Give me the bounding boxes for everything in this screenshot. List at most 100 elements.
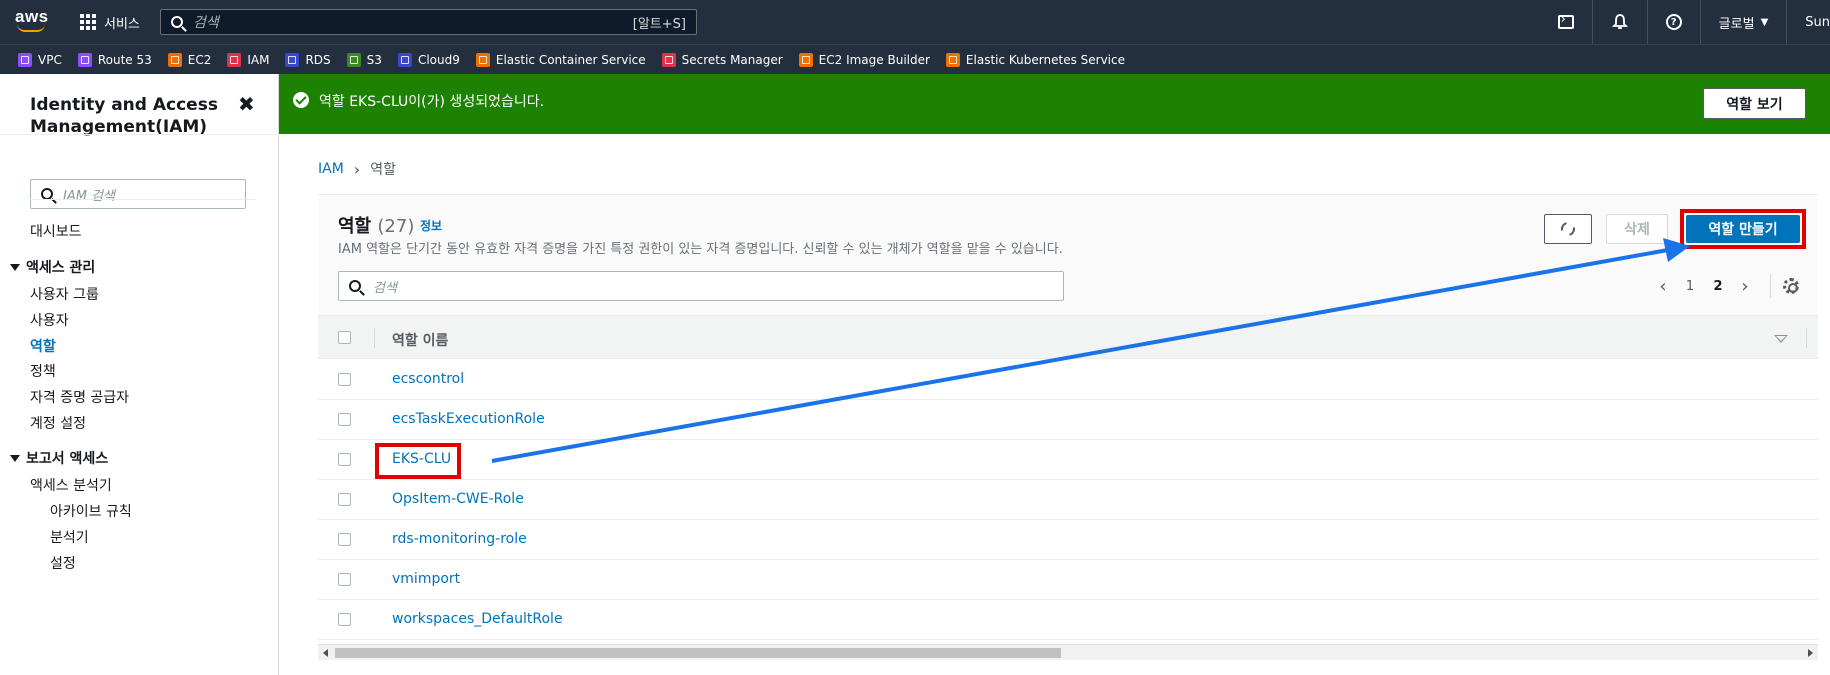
sidebar-section-access-management[interactable]: 액세스 관리 [10, 257, 95, 277]
favorite-item[interactable]: S3 [346, 52, 382, 67]
caret-down-icon [10, 454, 20, 462]
table-header: 역할 이름 [318, 315, 1818, 359]
sidebar-title: Identity and Access Management(IAM) [30, 95, 218, 137]
breadcrumb: IAM › 역할 [318, 159, 396, 179]
close-icon[interactable]: ✖ [238, 94, 255, 114]
global-search-input[interactable]: 검색 [알트+S] [160, 9, 697, 35]
check-circle-icon [293, 92, 309, 108]
search-icon [171, 16, 183, 28]
favorite-item[interactable]: Secrets Manager [661, 52, 783, 67]
pager-separator [1770, 274, 1771, 298]
row-checkbox[interactable] [338, 413, 351, 426]
favorite-item[interactable]: Elastic Kubernetes Service [945, 52, 1125, 67]
favorite-label: EC2 [187, 52, 212, 67]
favorite-item[interactable]: Route 53 [77, 52, 152, 67]
chevron-right-icon: › [353, 159, 361, 179]
sidebar-item-user-groups[interactable]: 사용자 그룹 [30, 284, 99, 304]
roles-description: IAM 역할은 단기간 동안 유효한 자격 증명을 가진 특정 권한이 있는 자… [338, 242, 1063, 257]
roles-panel-header: 역할 (27) 정보 IAM 역할은 단기간 동안 유효한 자격 증명을 가진 … [318, 195, 1818, 315]
role-name-link[interactable]: vmimport [392, 571, 460, 587]
view-role-button[interactable]: 역할 보기 [1703, 88, 1806, 119]
sidebar-item-roles[interactable]: 역할 [30, 336, 56, 356]
column-header-role-name[interactable]: 역할 이름 [392, 330, 448, 350]
pagination: ‹ 1 2 › [1650, 273, 1799, 299]
scrollbar-thumb[interactable] [335, 648, 1061, 658]
role-name-link[interactable]: OpsItem-CWE-Role [392, 491, 524, 507]
scroll-left-arrow[interactable] [323, 649, 328, 657]
table-row: EKS-CLU [318, 440, 1818, 480]
help-icon: ? [1665, 14, 1682, 30]
sidebar-item-account-settings[interactable]: 계정 설정 [30, 413, 86, 433]
favorite-item[interactable]: RDS [285, 52, 331, 67]
gear-icon[interactable] [1783, 278, 1799, 294]
cloudshell-button[interactable] [1540, 0, 1592, 44]
table-row: rds-monitoring-role [318, 520, 1818, 560]
service-icon [798, 52, 813, 67]
favorite-item[interactable]: EC2 [167, 52, 212, 67]
sidebar-divider [0, 134, 279, 135]
row-checkbox[interactable] [338, 533, 351, 546]
role-name-link[interactable]: ecsTaskExecutionRole [392, 411, 545, 427]
create-role-button[interactable]: 역할 만들기 [1686, 215, 1800, 243]
roles-count: (27) [377, 216, 415, 237]
favorite-label: Route 53 [97, 52, 152, 67]
breadcrumb-iam-link[interactable]: IAM [318, 161, 344, 177]
row-checkbox[interactable] [338, 453, 351, 466]
create-role-highlight: 역할 만들기 [1680, 209, 1806, 249]
services-menu-button[interactable]: 서비스 [80, 12, 140, 32]
table-row: vmimport [318, 560, 1818, 600]
row-checkbox[interactable] [338, 573, 351, 586]
sidebar-item-dashboard[interactable]: 대시보드 [30, 221, 82, 241]
sidebar-section-access-reports[interactable]: 보고서 액세스 [10, 448, 108, 468]
row-checkbox[interactable] [338, 493, 351, 506]
scroll-right-arrow[interactable] [1808, 649, 1813, 657]
sidebar-item-archive-rules[interactable]: 아카이브 규칙 [50, 501, 132, 521]
delete-button[interactable]: 삭제 [1606, 214, 1668, 244]
favorite-item[interactable]: Cloud9 [397, 52, 460, 67]
favorite-item[interactable]: Elastic Container Service [475, 52, 646, 67]
chevron-left-icon[interactable]: ‹ [1650, 273, 1676, 299]
row-checkbox[interactable] [338, 373, 351, 386]
page-2[interactable]: 2 [1704, 279, 1732, 294]
horizontal-scrollbar[interactable] [318, 644, 1818, 660]
sidebar-item-identity-providers[interactable]: 자격 증명 공급자 [30, 387, 129, 407]
service-icon [285, 52, 300, 67]
role-name-link[interactable]: ecscontrol [392, 371, 464, 387]
iam-search-input[interactable]: IAM 검색 [30, 179, 246, 209]
roles-title-text: 역할 [338, 216, 372, 237]
search-shortcut: [알트+S] [632, 16, 686, 32]
favorite-label: VPC [38, 52, 62, 67]
roles-search-input[interactable]: 검색 [338, 271, 1064, 301]
section-label: 보고서 액세스 [26, 451, 109, 467]
success-flash-banner: 역할 EKS-CLU이(가) 생성되었습니다. 역할 보기 [279, 74, 1830, 134]
flash-message: 역할 EKS-CLU이(가) 생성되었습니다. [319, 94, 545, 110]
row-checkbox[interactable] [338, 613, 351, 626]
sidebar-item-analyzers[interactable]: 분석기 [50, 527, 89, 547]
info-link[interactable]: 정보 [420, 217, 442, 234]
sidebar-item-analyzer-settings[interactable]: 설정 [50, 553, 76, 573]
sort-caret-icon[interactable] [1774, 335, 1788, 343]
role-name-link[interactable]: rds-monitoring-role [392, 531, 527, 547]
aws-logo-text: aws [15, 7, 49, 26]
favorite-item[interactable]: EC2 Image Builder [798, 52, 930, 67]
refresh-button[interactable] [1544, 214, 1592, 244]
sidebar-item-policies[interactable]: 정책 [30, 361, 56, 381]
favorite-label: S3 [366, 52, 382, 67]
favorite-item[interactable]: VPC [18, 52, 62, 67]
favorite-item[interactable]: IAM [227, 52, 269, 67]
service-icon [661, 52, 676, 67]
aws-logo[interactable]: aws [15, 7, 49, 35]
terminal-icon [1557, 12, 1574, 29]
sidebar-item-users[interactable]: 사용자 [30, 310, 69, 330]
notifications-button[interactable] [1591, 0, 1647, 44]
sidebar-item-access-analyzer[interactable]: 액세스 분석기 [30, 475, 112, 495]
role-name-link[interactable]: workspaces_DefaultRole [392, 611, 563, 627]
account-menu[interactable]: Sun [1786, 0, 1830, 44]
iam-sidebar: Identity and Access Management(IAM) ✖ IA… [0, 74, 279, 675]
select-all-checkbox[interactable] [338, 331, 351, 344]
chevron-right-icon[interactable]: › [1732, 273, 1758, 299]
page-1[interactable]: 1 [1676, 279, 1704, 294]
grid-icon [80, 14, 96, 30]
help-button[interactable]: ? [1646, 0, 1700, 44]
region-selector[interactable]: 글로벌 ▼ [1699, 0, 1787, 44]
